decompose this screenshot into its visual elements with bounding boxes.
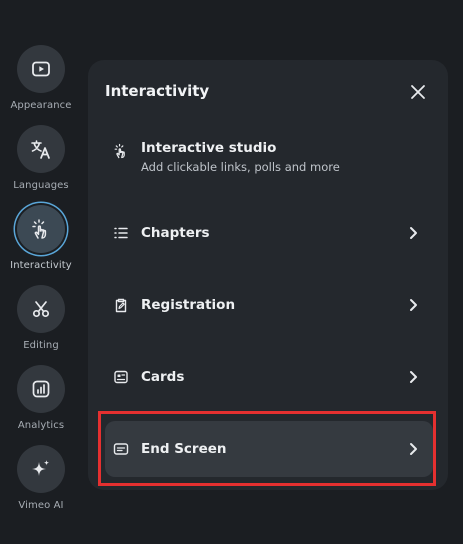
sidebar-item-appearance[interactable]: Appearance: [0, 45, 82, 111]
appearance-button[interactable]: [17, 45, 65, 93]
registration-label: Registration: [141, 297, 236, 313]
interactive-studio-label: Interactive studio: [141, 140, 277, 156]
vimeo-ai-button[interactable]: [17, 445, 65, 493]
clipboard-icon: [113, 297, 129, 313]
chevron-right-icon: [407, 298, 419, 312]
scissors-icon: [32, 301, 50, 318]
end-screen-icon: [113, 441, 129, 457]
chapters-item[interactable]: Chapters: [105, 205, 433, 261]
interactive-studio-subtitle: Add clickable links, polls and more: [141, 160, 340, 174]
sidebar-item-label: Appearance: [10, 100, 72, 111]
end-screen-label: End Screen: [141, 441, 227, 457]
analytics-button[interactable]: [17, 365, 65, 413]
sidebar-item-analytics[interactable]: Analytics: [0, 365, 82, 431]
sidebar-item-label: Languages: [13, 180, 69, 191]
sidebar-item-label: Interactivity: [10, 260, 72, 271]
translate-icon: [31, 140, 50, 159]
sidebar-item-vimeo-ai[interactable]: Vimeo AI: [0, 445, 82, 511]
tap-icon: [113, 143, 129, 159]
sidebar-item-label: Vimeo AI: [18, 500, 64, 511]
sidebar-item-interactivity[interactable]: Interactivity: [0, 205, 82, 271]
chevron-right-icon: [407, 226, 419, 240]
sidebar-item-label: Analytics: [17, 420, 65, 431]
sidebar-item-languages[interactable]: Languages: [0, 125, 82, 191]
chapters-label: Chapters: [141, 225, 210, 241]
close-icon: [411, 85, 425, 99]
sidebar-rail: Appearance Languages Interactivity Editi…: [0, 0, 82, 544]
end-screen-item[interactable]: End Screen: [105, 421, 433, 477]
sidebar-item-editing[interactable]: Editing: [0, 285, 82, 351]
sparkle-icon: [32, 460, 50, 476]
interactive-studio-item[interactable]: Interactive studio Add clickable links, …: [105, 140, 433, 196]
editing-button[interactable]: [17, 285, 65, 333]
interactivity-button[interactable]: [17, 205, 65, 253]
play-icon: [32, 61, 50, 77]
card-icon: [113, 369, 129, 385]
chevron-right-icon: [407, 442, 419, 456]
sidebar-item-label: Editing: [23, 340, 59, 351]
list-icon: [113, 225, 129, 241]
tap-icon: [32, 219, 47, 239]
chevron-right-icon: [407, 370, 419, 384]
cards-label: Cards: [141, 369, 185, 385]
interactivity-panel: Interactivity Interactive studio Add cli…: [88, 60, 448, 490]
registration-item[interactable]: Registration: [105, 277, 433, 333]
panel-title: Interactivity: [105, 82, 210, 100]
close-button[interactable]: [408, 82, 428, 102]
cards-item[interactable]: Cards: [105, 349, 433, 405]
languages-button[interactable]: [17, 125, 65, 173]
bar-chart-icon: [32, 380, 50, 398]
